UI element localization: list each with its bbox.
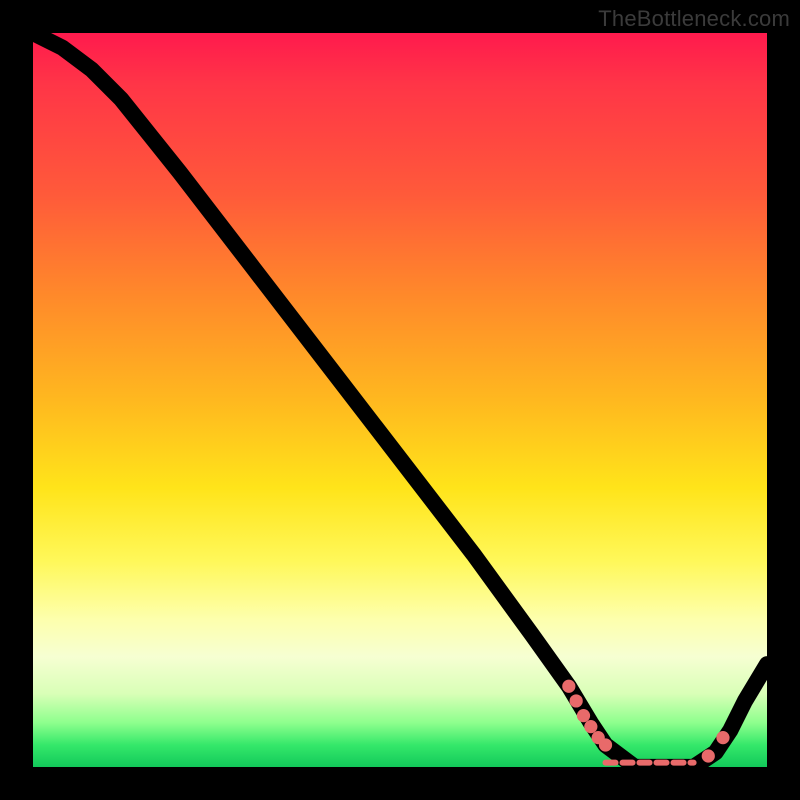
highlight-dot xyxy=(577,709,590,722)
highlight-dot xyxy=(599,738,612,751)
highlight-dot xyxy=(584,720,597,733)
plot-area xyxy=(33,33,767,767)
highlight-dot xyxy=(702,749,715,762)
highlight-dot xyxy=(562,680,575,693)
bottleneck-curve xyxy=(33,33,767,767)
curve-svg xyxy=(33,33,767,767)
chart-frame: TheBottleneck.com xyxy=(0,0,800,800)
highlight-dot xyxy=(570,694,583,707)
watermark-text: TheBottleneck.com xyxy=(598,6,790,32)
highlight-dot xyxy=(716,731,729,744)
